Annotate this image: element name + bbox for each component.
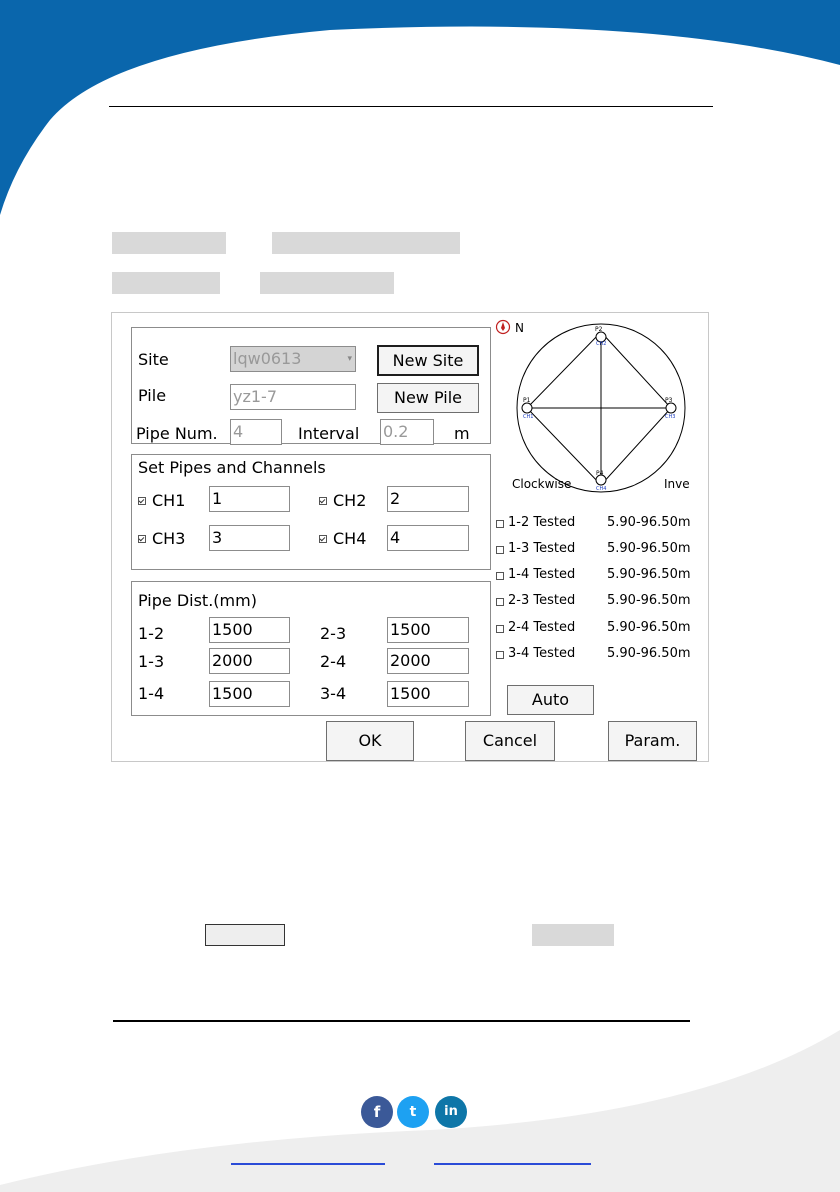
compass-icon [495, 319, 511, 335]
pipe-channel-label: CH2 [596, 341, 606, 347]
footer-link[interactable] [231, 1163, 385, 1165]
dist-input[interactable]: 1500 [209, 681, 290, 707]
tested-checkbox[interactable] [496, 546, 504, 554]
header-rule [109, 106, 713, 107]
dist-input[interactable]: 1500 [209, 617, 290, 643]
pile-label: Pile [138, 386, 167, 405]
ch4-label: CH4 [333, 529, 367, 548]
tested-label: 1-2 Tested [508, 515, 576, 530]
new-site-button[interactable]: New Site [377, 345, 479, 376]
inverse-option[interactable]: Inve [664, 476, 690, 492]
dist-label: 1-2 [138, 624, 165, 643]
ch2-input[interactable]: 2 [387, 486, 469, 512]
tested-range: 5.90-96.50m [607, 515, 691, 530]
param-button[interactable]: Param. [608, 721, 697, 761]
ch2-label: CH2 [333, 491, 367, 510]
interval-input[interactable]: 0.2 [380, 419, 434, 445]
interval-label: Interval [298, 424, 360, 443]
ch2-checkbox[interactable] [319, 497, 327, 505]
tested-label: 2-4 Tested [508, 620, 576, 635]
tested-range: 5.90-96.50m [607, 646, 691, 661]
pipe-channel-label: CH4 [596, 486, 606, 492]
pipe-node-label: P4 [596, 470, 604, 477]
dist-label: 1-4 [138, 684, 165, 703]
ch3-checkbox[interactable] [138, 535, 146, 543]
clockwise-option[interactable]: Clockwise [512, 476, 571, 492]
tested-checkbox[interactable] [496, 520, 504, 528]
pipe-node-p1 [521, 402, 533, 414]
pipe-distance-title: Pipe Dist.(mm) [138, 591, 257, 610]
chevron-down-icon: ▾ [347, 354, 352, 364]
footer-link[interactable] [434, 1163, 591, 1165]
highlight-block [112, 232, 226, 254]
site-group: Site lqw0613 ▾ New Site Pile yz1-7 New P… [131, 327, 491, 445]
dist-label: 2-4 [320, 652, 347, 671]
twitter-icon[interactable]: t [397, 1096, 429, 1128]
dist-input[interactable]: 2000 [387, 648, 469, 674]
tested-range: 5.90-96.50m [607, 593, 691, 608]
pipe-num-input[interactable]: 4 [230, 419, 282, 445]
dist-input[interactable]: 2000 [209, 648, 290, 674]
dist-label: 2-3 [320, 624, 347, 643]
tested-label: 3-4 Tested [508, 646, 576, 661]
highlight-block [260, 272, 394, 294]
cancel-button[interactable]: Cancel [465, 721, 555, 761]
tested-range: 5.90-96.50m [607, 620, 691, 635]
pipe-layout-diagram: P2 CH2 P1 CH1 P3 CH3 P4 CH4 [516, 323, 686, 493]
facebook-icon[interactable]: f [361, 1096, 393, 1128]
auto-button[interactable]: Auto [507, 685, 594, 715]
linkedin-icon[interactable]: in [435, 1096, 467, 1128]
tested-range: 5.90-96.50m [607, 541, 691, 556]
pipe-distance-group: Pipe Dist.(mm) 1-2 1500 2-3 1500 1-3 200… [131, 581, 491, 716]
channels-group: Set Pipes and Channels CH1 1 CH2 2 CH3 3… [131, 454, 491, 570]
ch4-input[interactable]: 4 [387, 525, 469, 551]
tested-label: 1-3 Tested [508, 541, 576, 556]
pipe-channel-label: CH3 [665, 414, 675, 420]
ch4-checkbox[interactable] [319, 535, 327, 543]
dist-input[interactable]: 1500 [387, 681, 469, 707]
site-label: Site [138, 350, 169, 369]
ch3-input[interactable]: 3 [209, 525, 290, 551]
pipe-node-label: P3 [665, 397, 673, 404]
dist-label: 1-3 [138, 652, 165, 671]
pipe-num-label: Pipe Num. [136, 424, 218, 443]
tested-checkbox[interactable] [496, 572, 504, 580]
tested-checkbox[interactable] [496, 651, 504, 659]
tested-checkbox[interactable] [496, 625, 504, 633]
pile-input[interactable]: yz1-7 [230, 384, 356, 410]
footer-rule [113, 1020, 690, 1022]
interval-unit: m [454, 424, 470, 443]
dist-input[interactable]: 1500 [387, 617, 469, 643]
new-pile-button[interactable]: New Pile [377, 383, 479, 413]
ch1-input[interactable]: 1 [209, 486, 290, 512]
highlight-block [112, 272, 220, 294]
ch1-checkbox[interactable] [138, 497, 146, 505]
ch3-label: CH3 [152, 529, 186, 548]
ok-button[interactable]: OK [326, 721, 414, 761]
pipe-node-label: P1 [523, 397, 531, 404]
tested-range: 5.90-96.50m [607, 567, 691, 582]
tested-checkbox[interactable] [496, 598, 504, 606]
tested-label: 1-4 Tested [508, 567, 576, 582]
highlight-block-outlined [205, 924, 285, 946]
pipe-settings-dialog: Site lqw0613 ▾ New Site Pile yz1-7 New P… [111, 312, 709, 762]
site-value: lqw0613 [233, 349, 302, 368]
pipe-node-label: P2 [595, 326, 603, 333]
pipe-channel-label: CH1 [523, 414, 533, 420]
ch1-label: CH1 [152, 491, 186, 510]
highlight-block [532, 924, 614, 946]
dist-label: 3-4 [320, 684, 347, 703]
pipe-node-p3 [665, 402, 677, 414]
tested-label: 2-3 Tested [508, 593, 576, 608]
highlight-block [272, 232, 460, 254]
channels-title: Set Pipes and Channels [138, 458, 326, 477]
site-select[interactable]: lqw0613 ▾ [230, 346, 356, 372]
